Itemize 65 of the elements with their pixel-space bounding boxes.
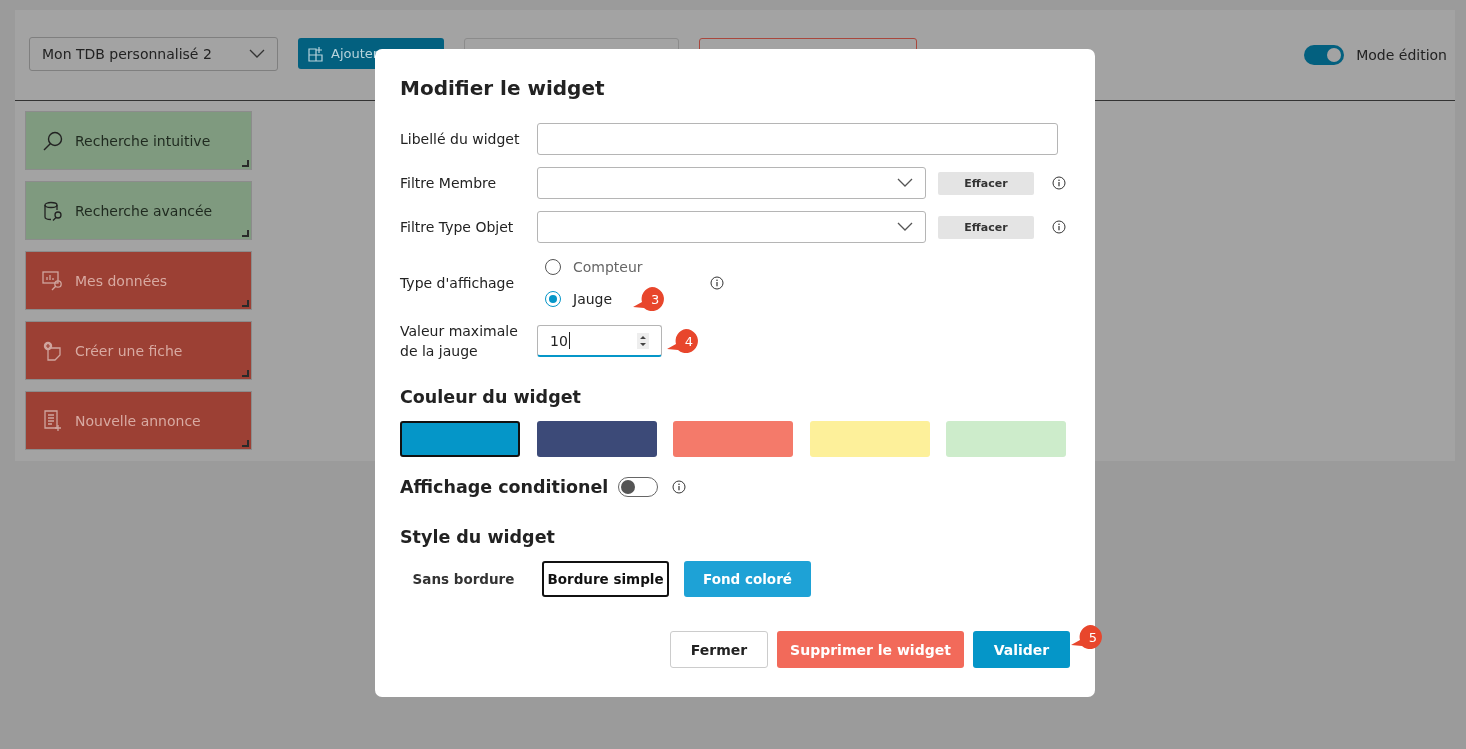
option-label: Jauge <box>573 291 613 307</box>
color-swatch[interactable] <box>809 421 930 457</box>
section-heading: Style du widget <box>400 527 555 547</box>
select-value: Mon TDB personnalisé 2 <box>42 46 212 62</box>
resize-handle[interactable] <box>242 440 249 447</box>
field-value: 10 <box>550 332 568 349</box>
widget-label: Créer une fiche <box>75 342 183 359</box>
select-field[interactable] <box>537 211 926 243</box>
chart-search-icon <box>42 269 64 292</box>
widget-tile[interactable]: Créer une fiche <box>25 321 252 380</box>
database-search-icon <box>42 199 64 222</box>
step-badge: 5 <box>1070 623 1104 651</box>
style-option[interactable]: Bordure simple <box>542 561 669 597</box>
widget-tile[interactable]: Recherche avancée <box>25 181 252 240</box>
widget-tile[interactable]: Recherche intuitive <box>25 111 252 170</box>
add-grid-icon <box>308 45 324 62</box>
color-swatch[interactable] <box>400 421 520 457</box>
select-field[interactable] <box>537 167 926 199</box>
add-document-icon <box>42 339 64 362</box>
resize-handle[interactable] <box>242 300 249 307</box>
color-swatch[interactable] <box>946 421 1066 457</box>
clear-button[interactable]: Effacer <box>938 215 1034 239</box>
field-label: Libellé du widget <box>400 130 521 149</box>
info-icon[interactable] <box>710 276 724 290</box>
info-icon[interactable] <box>1052 176 1066 190</box>
chevron-down-icon <box>897 222 913 232</box>
search-icon <box>42 129 64 152</box>
widget-label: Recherche intuitive <box>75 132 211 149</box>
toggle-label: Mode édition <box>1356 47 1447 63</box>
widget-label: Mes données <box>75 272 168 289</box>
text-field[interactable] <box>537 123 1058 155</box>
option-label: Compteur <box>573 259 643 275</box>
close-button[interactable]: Fermer <box>670 631 768 668</box>
section-heading: Affichage conditionel <box>400 477 609 497</box>
style-option[interactable]: Fond coloré <box>684 561 811 597</box>
dialog-title: Modifier le widget <box>400 75 605 101</box>
dashboard-select[interactable]: Mon TDB personnalisé 2 <box>29 37 278 71</box>
widget-label: Nouvelle annonce <box>75 412 201 429</box>
chevron-down-icon <box>249 49 265 59</box>
resize-handle[interactable] <box>242 230 249 237</box>
widget-tile[interactable]: Nouvelle annonce <box>25 391 252 450</box>
spinner-icon[interactable] <box>637 332 649 349</box>
delete-button[interactable]: Supprimer le widget <box>777 631 964 668</box>
info-icon[interactable] <box>672 480 687 494</box>
field-label: Filtre Membre <box>400 174 498 193</box>
section-heading: Couleur du widget <box>400 387 581 407</box>
style-option[interactable]: Sans bordure <box>400 561 527 597</box>
list-add-icon <box>42 409 64 432</box>
edit-mode-toggle[interactable] <box>1304 45 1345 65</box>
submit-button[interactable]: Valider <box>973 631 1070 668</box>
color-swatch[interactable] <box>536 421 657 457</box>
field-label: Filtre Type Objet <box>400 218 515 237</box>
clear-button[interactable]: Effacer <box>938 171 1034 195</box>
field-label: Type d'affichage <box>400 274 516 293</box>
info-icon[interactable] <box>1052 220 1066 234</box>
chevron-down-icon <box>897 178 913 188</box>
resize-handle[interactable] <box>242 160 249 167</box>
step-badge: 4 <box>666 327 700 355</box>
widget-tile[interactable]: Mes données <box>25 251 252 310</box>
color-swatch[interactable] <box>673 421 793 457</box>
field-label: Valeur maximale de la jauge <box>400 322 519 361</box>
widget-label: Recherche avancée <box>75 202 213 219</box>
step-badge: 3 <box>632 285 667 313</box>
resize-handle[interactable] <box>242 370 249 377</box>
number-field[interactable]: 10 <box>537 325 662 357</box>
